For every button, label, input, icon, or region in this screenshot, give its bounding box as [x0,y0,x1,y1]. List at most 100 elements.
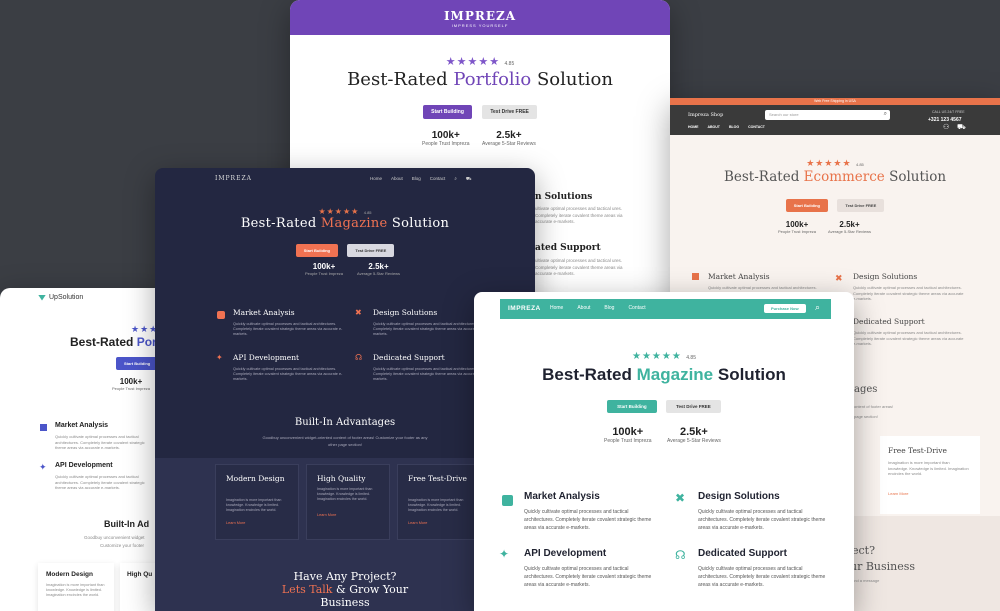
stat-label: People Trust Impreza [778,229,817,234]
dark-nav: Home About Blog Contact ⌕ ⛟ [370,176,472,183]
stat-number: 2.5k+ [679,426,708,438]
test-drive-button[interactable]: Test Drive FREE [837,199,885,212]
stat-label: People Trust Impreza [604,438,652,444]
feature-title: Dedicated Support [853,317,925,326]
feature-title: API Development [524,548,607,559]
section-desc: Customize your footer [100,543,145,548]
start-building-button[interactable]: Start Building [116,357,159,370]
nav-home[interactable]: HOME [688,125,699,129]
cart-icon[interactable]: ⛟ [466,176,472,183]
nav-home[interactable]: Home [370,176,382,183]
test-drive-button[interactable]: Test Drive FREE [347,244,395,257]
nav-blog[interactable]: Blog [604,305,614,311]
search-icon[interactable]: ⌕ [884,111,887,118]
cart-icon[interactable]: ⛟ [957,123,966,132]
feature-title: API Development [55,462,113,469]
logo: IMPREZA [508,305,541,312]
test-drive-button[interactable]: Test Drive FREE [666,400,721,413]
ecom-header: Impreza Shop Search our store ⌕ CALL US … [670,105,1000,135]
page-title: Best-Rated Magazine Solution [240,216,450,231]
start-building-button[interactable]: Start Building [423,105,472,119]
nav-contact[interactable]: Contact [628,305,645,311]
cta-heading: ect? [852,544,875,557]
feature-title: Dedicated Support [373,353,445,362]
stat-label: People Trust Impreza [422,141,470,147]
nav-contact[interactable]: CONTACT [748,125,765,129]
stat-label: Average 5-Star Reviews [828,229,872,234]
rating-value: 4.85 [686,355,696,361]
section-desc: Goodbuy unconvenient widget-oriented con… [262,435,428,447]
logo: UpSolution [49,294,84,301]
api-icon: ✦ [216,353,223,362]
feature-title: Market Analysis [708,272,770,281]
learn-more-link[interactable]: Learn More [317,513,336,517]
start-building-button[interactable]: Start Building [607,400,657,413]
feature-desc: Quickly cultivate optimal processes and … [373,367,483,381]
test-drive-button[interactable]: Test Drive FREE [482,105,537,119]
rating-value: 4.85 [504,61,515,67]
advantage-card: Free Test-Drive Imagination is more impo… [397,464,481,540]
upsolution-demo-card[interactable]: UpSolution ★★★ Best-Rated Por Start Buil… [0,288,165,611]
stat-label: People Trust Impreza [112,386,151,391]
purchase-now-button[interactable]: Purchase Now [764,304,806,313]
feature-desc: Quickly cultivate optimal processes and … [698,509,826,531]
chart-icon [502,495,513,506]
advantage-desc: Imagination is more important than knowl… [46,583,105,597]
nav-blog[interactable]: Blog [412,176,421,183]
feature-desc: Quickly cultivate optimal processes and … [698,566,826,588]
stat-number: 2.5k+ [839,220,860,229]
learn-more-link[interactable]: Learn More [888,491,908,496]
teal-magazine-demo-card[interactable]: IMPREZA Home About Blog Contact Purchase… [474,292,854,611]
chart-icon [217,311,225,319]
advantage-desc: Imagination is more important than knowl… [317,487,373,501]
advantage-card: Modern Design Imagination is more import… [215,464,299,540]
nav-about[interactable]: ABOUT [708,125,720,129]
section-desc: Goodbuy unconvenient widget [84,535,145,540]
stat-number: 100k+ [312,262,336,271]
nav-blog[interactable]: BLOG [729,125,739,129]
advantage-card: Modern Design Imagination is more import… [38,563,114,611]
nav-contact[interactable]: Contact [430,176,446,183]
nav-home[interactable]: Home [550,305,563,311]
stat-number: 2.5k+ [496,130,522,141]
search-icon[interactable]: ⌕ [815,302,820,313]
tools-icon: ✖ [835,273,843,283]
start-building-button[interactable]: Start Building [295,244,338,257]
search-input[interactable]: Search our store ⌕ [765,110,890,120]
feature-desc: Quickly cultivate optimal processes and … [55,474,145,490]
ecom-nav: HOME ABOUT BLOG CONTACT [688,125,765,129]
advantage-title: Free Test-Drive [408,474,467,483]
section-title: Built-In Ad [104,519,150,529]
cta-desc: and a message [852,578,880,583]
cta-heading: ur Business [850,560,916,573]
start-building-button[interactable]: Start Building [785,199,828,212]
feature-desc: ultivate optimal processes and tactical … [535,258,623,276]
learn-more-link[interactable]: Learn More [226,521,245,525]
feature-desc: Quickly cultivate optimal processes and … [233,367,343,381]
page-title: Best-Rated Por [70,335,157,349]
nav-about[interactable]: About [391,176,403,183]
advantage-title: Free Test-Drive [888,446,947,455]
stat-label: Average 5-Star Reviews [357,271,401,276]
nav-about[interactable]: About [577,305,590,311]
section-title: ages [854,384,878,395]
logo: IMPREZA [215,175,252,182]
portfolio-header: IMPREZA IMPRESS YOURSELF [290,0,670,35]
advantage-desc: Imagination is more important than knowl… [226,498,282,512]
learn-more-link[interactable]: Learn More [408,521,427,525]
advantage-title: Modern Design [226,474,285,483]
logo: IMPREZA [443,9,517,23]
feature-title: ated Support [535,243,601,253]
feature-title: Market Analysis [524,491,600,502]
headset-icon: ☊ [355,353,363,362]
rating-stars: ★★★★★ [631,351,682,362]
stat-label: Average 5-Star Reviews [482,141,536,147]
user-icon[interactable]: ⚇ [943,123,949,131]
advantage-title: High Quality [317,474,366,483]
feature-title: Design Solutions [373,308,438,317]
portfolio-features-strip: n Solutions ultivate optimal processes a… [535,168,670,292]
rating-value: 4.85 [856,162,864,167]
search-icon[interactable]: ⌕ [454,176,457,183]
feature-desc: Quickly cultivate optimal processes and … [853,330,964,346]
feature-title: Design Solutions [698,491,780,502]
